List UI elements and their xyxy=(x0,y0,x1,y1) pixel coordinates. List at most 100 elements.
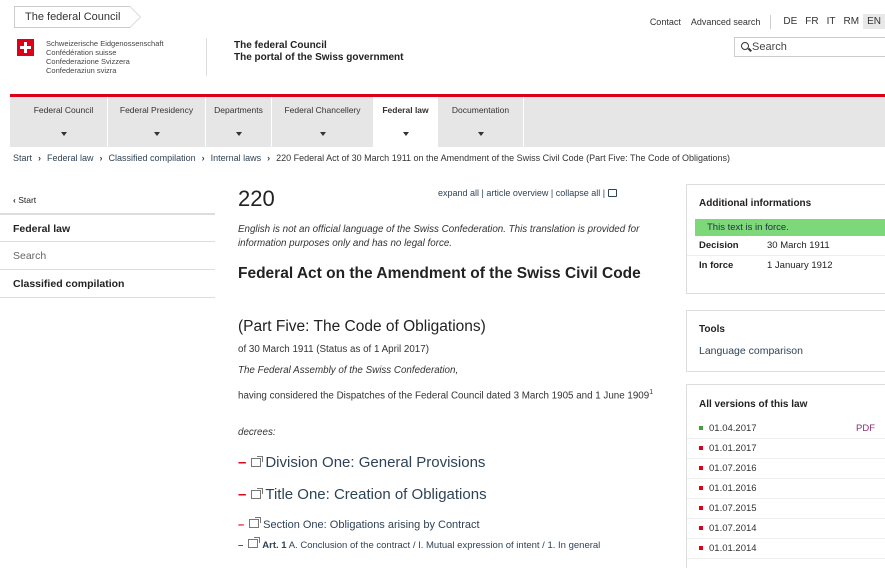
division-one-heading[interactable]: – Division One: General Provisions xyxy=(238,454,485,471)
version-item[interactable]: 01.04.2017 PDF xyxy=(687,419,885,439)
bullet-icon xyxy=(699,526,703,530)
top-bar: The federal Council Contact Advanced sea… xyxy=(0,0,885,30)
nav-departments[interactable]: Departments xyxy=(206,97,272,147)
expand-all-link[interactable]: expand all xyxy=(438,188,479,198)
portal-title[interactable]: The federal Council The portal of the Sw… xyxy=(234,40,403,64)
assembly-line: The Federal Assembly of the Swiss Confed… xyxy=(238,365,459,376)
decision-value: 30 March 1911 xyxy=(767,240,830,251)
breadcrumb-internal-laws[interactable]: Internal laws xyxy=(211,153,262,163)
external-link-icon[interactable] xyxy=(249,517,262,528)
article-overview-link[interactable]: article overview xyxy=(486,188,548,198)
breadcrumb-federal-law[interactable]: Federal law xyxy=(47,153,94,163)
translation-note: English is not an official language of t… xyxy=(238,224,640,249)
search-icon xyxy=(741,42,749,50)
article-1-heading[interactable]: – Art. 1 A. Conclusion of the contract / … xyxy=(238,537,663,551)
nav-label: Federal Chancellery xyxy=(284,105,361,115)
lang-fr[interactable]: FR xyxy=(801,14,822,29)
chevron-down-icon xyxy=(402,132,409,136)
bullet-icon xyxy=(699,426,703,430)
version-date: 01.04.2017 xyxy=(709,423,757,434)
nav-federal-law[interactable]: Federal law xyxy=(374,97,438,147)
nav-federal-presidency[interactable]: Federal Presidency xyxy=(108,97,206,147)
tools-panel: Tools Language comparison xyxy=(686,310,885,372)
section-one-label: Section One: Obligations arising by Cont… xyxy=(263,519,480,531)
swiss-cross-logo-icon[interactable] xyxy=(17,39,34,56)
nav-label: Federal law xyxy=(382,105,429,115)
bullet-icon xyxy=(699,486,703,490)
version-item[interactable]: 01.07.2016 xyxy=(687,459,885,479)
version-date: 01.07.2014 xyxy=(709,523,757,534)
collapse-dash-icon[interactable]: – xyxy=(238,519,244,531)
nav-label: Departments xyxy=(214,105,263,115)
version-date: 01.07.2015 xyxy=(709,503,757,514)
main-nav: Federal Council Federal Presidency Depar… xyxy=(10,97,885,147)
in-force-row: In force 1 January 1912 xyxy=(687,256,885,276)
version-date: 01.01.2014 xyxy=(709,543,757,554)
confed-line: Confédération suisse xyxy=(46,48,117,57)
panel-heading: Tools xyxy=(699,324,725,335)
toc-controls: expand all | article overview | collapse… xyxy=(438,188,617,198)
nav-federal-council[interactable]: Federal Council xyxy=(20,97,108,147)
collapse-all-link[interactable]: collapse all xyxy=(556,188,601,198)
sidebar-back-label: Start xyxy=(18,195,37,205)
chevron-right-icon: › xyxy=(201,153,205,163)
contact-link[interactable]: Contact xyxy=(650,17,681,27)
collapse-dash-icon[interactable]: – xyxy=(238,454,246,471)
act-title: Federal Act on the Amendment of the Swis… xyxy=(238,265,641,282)
language-comparison-link[interactable]: Language comparison xyxy=(687,345,885,365)
chevron-right-icon: › xyxy=(99,153,103,163)
version-date: 01.01.2016 xyxy=(709,483,757,494)
version-item[interactable]: 01.01.2017 xyxy=(687,439,885,459)
version-item[interactable]: 01.07.2015 xyxy=(687,499,885,519)
sidebar-back-start[interactable]: ‹ Start xyxy=(0,186,215,214)
nav-federal-chancellery[interactable]: Federal Chancellery xyxy=(272,97,374,147)
division-label: Division One: General Provisions xyxy=(265,454,486,471)
lang-de[interactable]: DE xyxy=(779,14,801,29)
section-one-heading[interactable]: – Section One: Obligations arising by Con… xyxy=(238,517,480,531)
nav-documentation[interactable]: Documentation xyxy=(438,97,524,147)
title-one-label: Title One: Creation of Obligations xyxy=(265,486,487,503)
chevron-right-icon: › xyxy=(38,153,42,163)
sidebar-item-search[interactable]: Search xyxy=(0,242,215,270)
advanced-search-link[interactable]: Advanced search xyxy=(691,17,761,27)
left-sidebar: ‹ Start Federal law Search Classified co… xyxy=(0,186,215,298)
portal-line2: The portal of the Swiss government xyxy=(234,52,404,63)
chevron-down-icon xyxy=(319,132,326,136)
lang-en[interactable]: EN xyxy=(863,14,885,29)
decrees-line: decrees: xyxy=(238,427,276,438)
panel-heading: All versions of this law xyxy=(699,399,808,410)
breadcrumb-current: 220 Federal Act of 30 March 1911 on the … xyxy=(276,153,731,163)
considered-text: having considered the Dispatches of the … xyxy=(238,390,650,402)
article-text: A. Conclusion of the contract / I. Mutua… xyxy=(288,540,601,551)
external-link-icon[interactable] xyxy=(251,456,264,467)
nav-label: Federal Presidency xyxy=(119,105,194,115)
version-item[interactable]: 01.01.2014 xyxy=(687,539,885,559)
search-input[interactable]: Search xyxy=(734,37,885,57)
title-one-heading[interactable]: – Title One: Creation of Obligations xyxy=(238,486,487,503)
additional-info-panel: Additional informations This text is in … xyxy=(686,184,885,294)
footnote-link[interactable]: 1 xyxy=(649,389,653,396)
version-date: 01.07.2016 xyxy=(709,463,757,474)
version-item[interactable]: 01.01.2016 xyxy=(687,479,885,499)
external-link-icon[interactable] xyxy=(248,537,261,548)
portal-line1: The federal Council xyxy=(234,40,327,51)
chevron-down-icon xyxy=(60,132,67,136)
versions-panel: All versions of this law 01.04.2017 PDF 0… xyxy=(686,384,885,568)
sidebar-item-classified-compilation[interactable]: Classified compilation xyxy=(0,270,215,298)
collapse-dash-icon[interactable]: – xyxy=(238,540,243,551)
in-force-status: This text is in force. xyxy=(695,219,885,236)
breadcrumb-start[interactable]: Start xyxy=(13,153,32,163)
bullet-icon xyxy=(699,506,703,510)
print-icon[interactable] xyxy=(607,189,617,197)
federal-council-tab[interactable]: The federal Council xyxy=(14,6,142,28)
collapse-dash-icon[interactable]: – xyxy=(238,486,246,503)
lang-rm[interactable]: RM xyxy=(840,14,864,29)
pdf-link[interactable]: PDF xyxy=(856,419,875,439)
version-item[interactable]: 01.07.2014 xyxy=(687,519,885,539)
sidebar-item-federal-law[interactable]: Federal law xyxy=(0,214,215,242)
external-link-icon[interactable] xyxy=(251,488,264,499)
breadcrumb-classified-compilation[interactable]: Classified compilation xyxy=(109,153,196,163)
chevron-down-icon xyxy=(235,132,242,136)
lang-it[interactable]: IT xyxy=(823,14,840,29)
confed-line: Schweizerische Eidgenossenschaft xyxy=(46,39,164,48)
